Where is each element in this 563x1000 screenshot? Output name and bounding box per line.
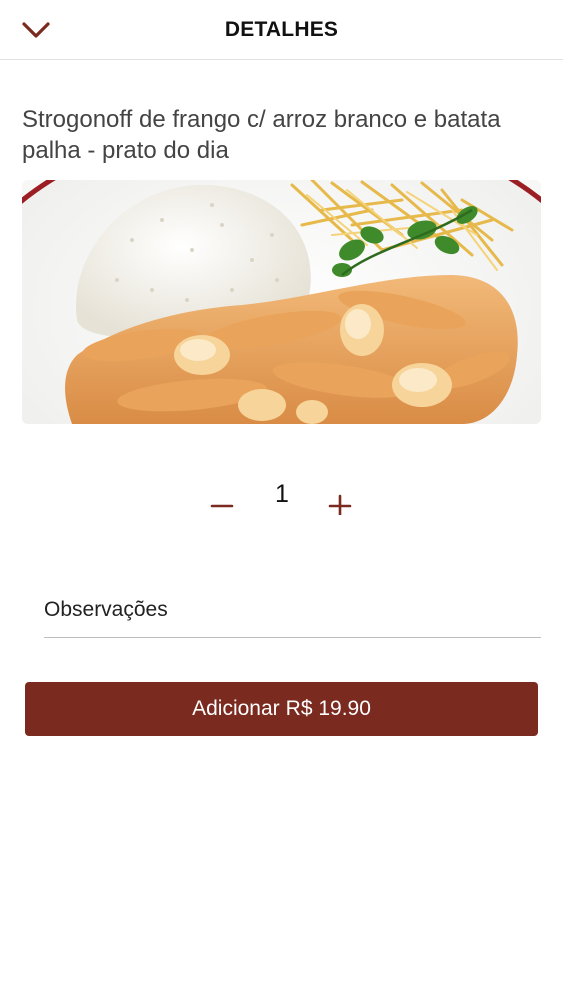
quantity-value: 1: [275, 480, 289, 508]
quantity-stepper: 1: [0, 478, 563, 528]
decrease-quantity-button[interactable]: [200, 478, 244, 528]
plus-icon: [328, 494, 352, 515]
chevron-down-icon: [22, 22, 50, 38]
page-title: DETALHES: [224, 18, 339, 41]
add-to-cart-button[interactable]: Adicionar R$ 19.90: [25, 682, 538, 736]
minus-icon: [210, 504, 234, 508]
add-button-price: R$ 19.90: [285, 697, 371, 720]
product-photo: [22, 180, 541, 424]
close-details-button[interactable]: [18, 14, 54, 46]
app-header: DETALHES: [0, 0, 563, 60]
increase-quantity-button[interactable]: [318, 478, 362, 528]
add-button-label: Adicionar: [192, 697, 280, 720]
notes-input[interactable]: [44, 582, 541, 638]
product-name: Strogonoff de frango c/ arroz branco e b…: [22, 106, 501, 164]
